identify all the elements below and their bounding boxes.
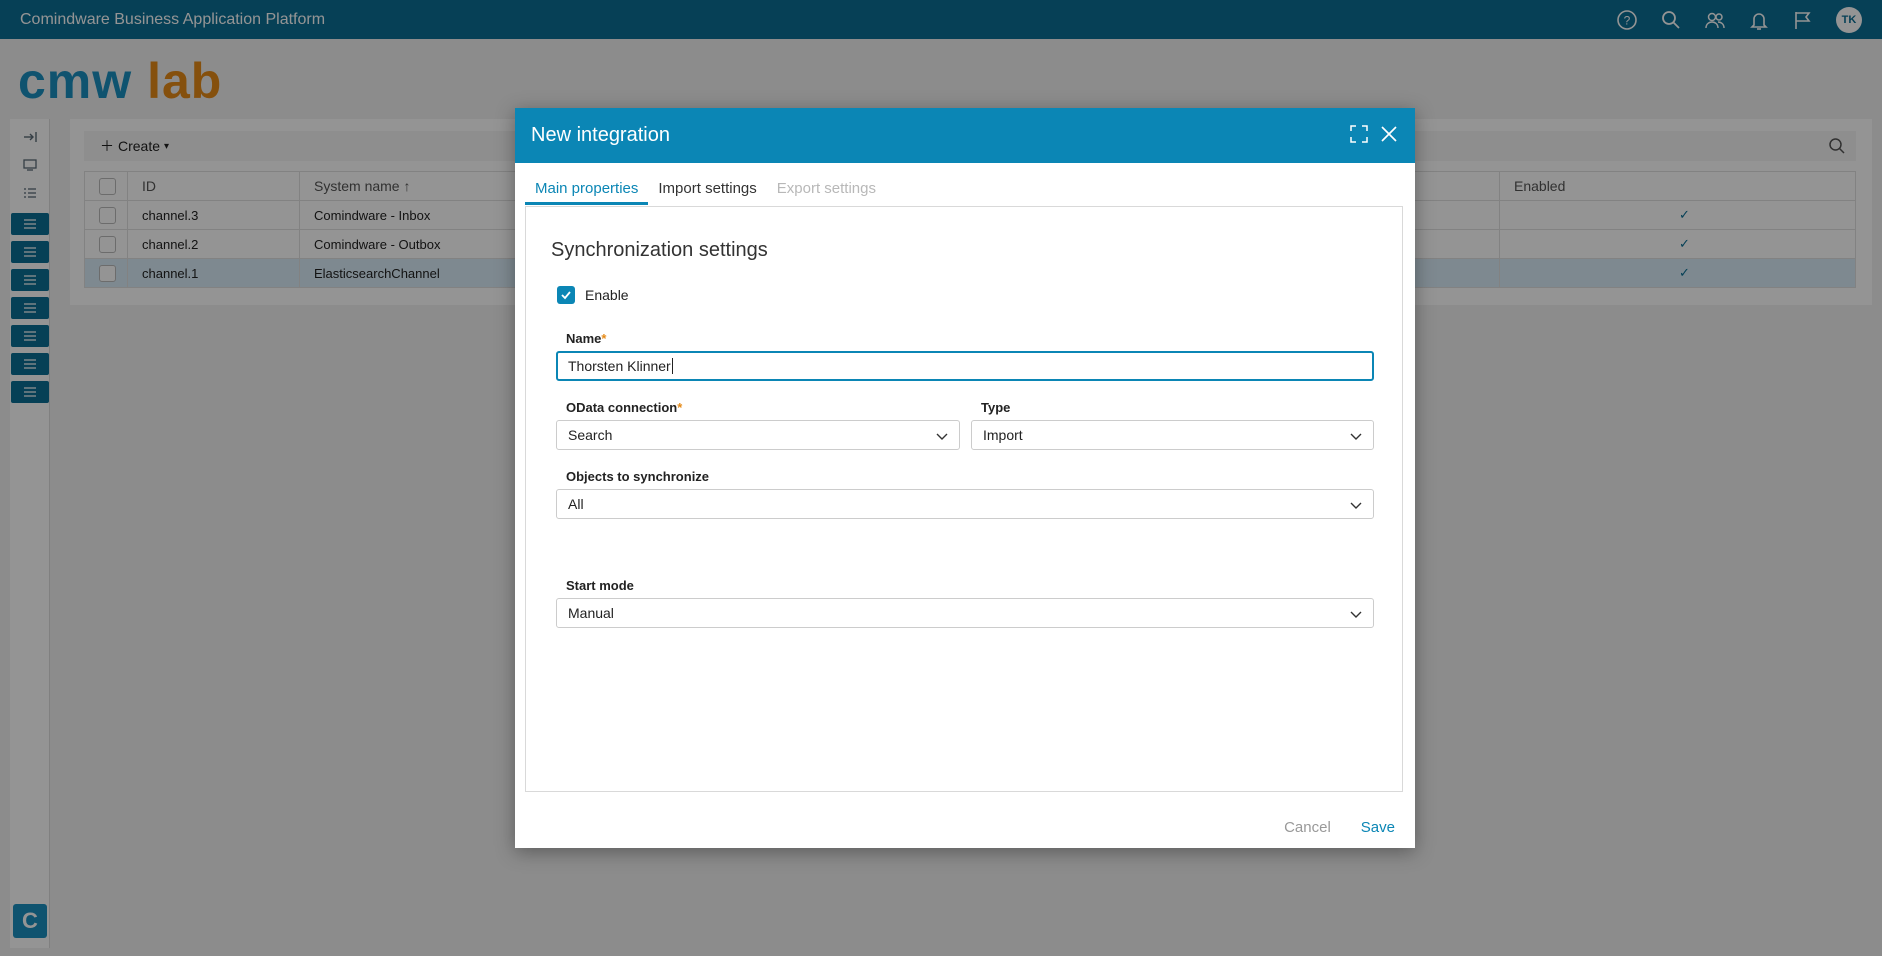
- required-mark: *: [677, 400, 683, 415]
- name-field-value: Thorsten Klinner: [568, 358, 671, 374]
- dialog-controls: [1349, 124, 1399, 147]
- dialog-header: New integration: [515, 108, 1415, 163]
- objects-value: All: [568, 496, 584, 512]
- close-icon[interactable]: [1379, 124, 1399, 147]
- dialog-footer: Cancel Save: [1284, 819, 1395, 836]
- odata-connection-select[interactable]: Search: [556, 420, 960, 450]
- enable-toggle[interactable]: Enable: [557, 286, 629, 304]
- text-cursor: [671, 358, 673, 374]
- chevron-down-icon: [1349, 498, 1363, 515]
- new-integration-dialog: New integration Main properties Import s…: [515, 108, 1415, 848]
- odata-label-text: OData connection: [566, 400, 678, 415]
- name-label: Name*: [566, 331, 606, 346]
- dialog-title: New integration: [531, 124, 670, 146]
- type-label: Type: [981, 400, 1011, 415]
- dialog-tabs: Main properties Import settings Export s…: [525, 173, 886, 205]
- name-label-text: Name: [566, 331, 602, 346]
- tab-import-settings[interactable]: Import settings: [648, 173, 766, 205]
- objects-to-synchronize-label: Objects to synchronize: [566, 469, 710, 484]
- objects-to-synchronize-select[interactable]: All: [556, 489, 1374, 519]
- start-mode-select[interactable]: Manual: [556, 598, 1374, 628]
- save-button[interactable]: Save: [1361, 819, 1395, 836]
- maximize-icon[interactable]: [1349, 124, 1369, 147]
- type-select[interactable]: Import: [971, 420, 1374, 450]
- start-mode-label: Start mode: [566, 578, 634, 593]
- odata-connection-label: OData connection*: [566, 400, 682, 415]
- chevron-down-icon: [1349, 429, 1363, 446]
- cancel-button[interactable]: Cancel: [1284, 819, 1331, 836]
- dialog-content: Synchronization settings Enable Name* Th…: [525, 206, 1403, 792]
- required-mark: *: [601, 331, 607, 346]
- section-title: Synchronization settings: [551, 239, 768, 261]
- tab-export-settings: Export settings: [776, 180, 876, 197]
- enable-label: Enable: [585, 287, 629, 303]
- start-mode-value: Manual: [568, 605, 614, 621]
- tab-main-properties[interactable]: Main properties: [525, 173, 649, 205]
- enable-checkbox[interactable]: [557, 286, 575, 304]
- odata-connection-value: Search: [568, 427, 613, 443]
- type-value: Import: [983, 427, 1023, 443]
- name-field[interactable]: Thorsten Klinner: [556, 351, 1374, 381]
- chevron-down-icon: [935, 429, 949, 446]
- chevron-down-icon: [1349, 607, 1363, 624]
